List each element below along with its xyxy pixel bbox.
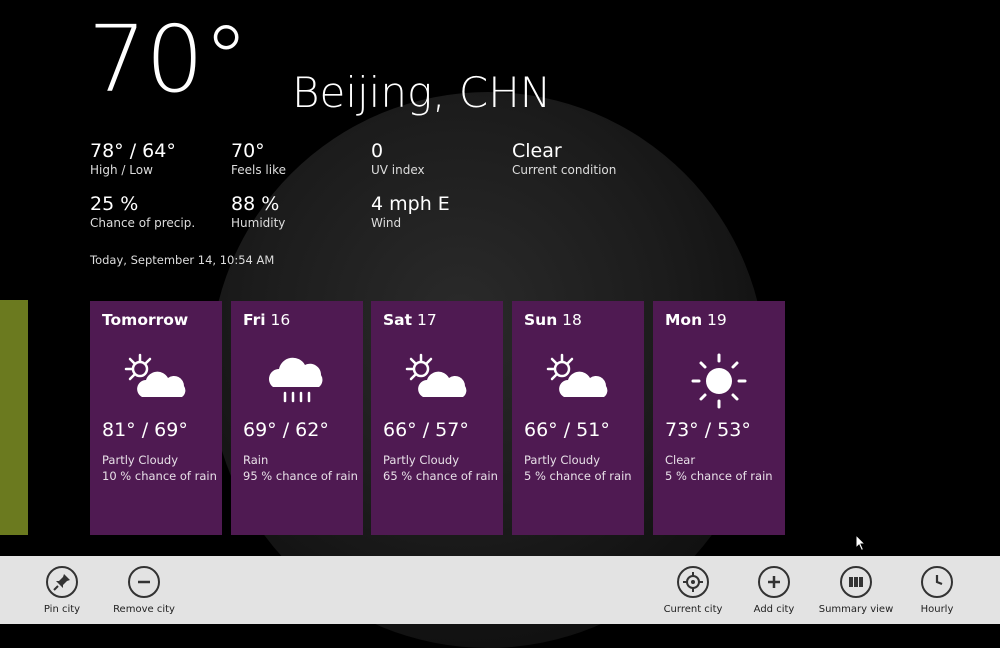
stat-wind: 4 mph E Wind [371, 193, 450, 231]
sun-icon [691, 353, 747, 409]
partly-cloudy-icon [405, 353, 467, 397]
add-city-label: Add city [753, 604, 795, 615]
stat-label: Wind [371, 216, 402, 230]
current-city-button[interactable]: Current city [648, 566, 738, 615]
stat-value: 25 % [90, 193, 139, 215]
hourly-button[interactable]: Hourly [892, 566, 982, 615]
stat-current-condition: Clear Current condition [512, 140, 616, 178]
stat-value: 0 [371, 140, 384, 162]
forecast-range: 69° / 62° [243, 419, 329, 441]
summary-view-label: Summary view [818, 604, 894, 615]
remove-city-label: Remove city [113, 604, 175, 615]
partly-cloudy-icon [546, 353, 608, 397]
current-city-label: Current city [663, 604, 723, 615]
mouse-cursor-icon [855, 534, 867, 552]
forecast-tile-mon[interactable]: Mon 19 73° / 53° Clear 5 % chance of rai… [653, 301, 785, 535]
stat-feels-like: 70° Feels like [231, 140, 286, 178]
stat-value: 70° [231, 140, 265, 162]
forecast-rain-chance: 5 % chance of rain [524, 469, 632, 483]
forecast-day: Mon 19 [665, 311, 727, 329]
columns-icon [840, 566, 872, 598]
location-crosshair-icon [677, 566, 709, 598]
timestamp: Today, September 14, 10:54 AM [90, 253, 275, 267]
minus-icon [128, 566, 160, 598]
forecast-day: Sun 18 [524, 311, 582, 329]
stat-label: UV index [371, 163, 425, 177]
forecast-day: Tomorrow [102, 311, 189, 329]
pin-city-button[interactable]: Pin city [17, 566, 107, 615]
city-name: Beijing, CHN [292, 68, 552, 117]
stat-uv-index: 0 UV index [371, 140, 425, 178]
stat-value: Clear [512, 140, 562, 162]
forecast-condition: Partly Cloudy [102, 453, 179, 467]
stat-humidity: 88 % Humidity [231, 193, 285, 231]
forecast-range: 66° / 51° [524, 419, 610, 441]
forecast-rain-chance: 65 % chance of rain [383, 469, 498, 483]
current-temperature: 70° [88, 6, 249, 113]
stat-value: 88 % [231, 193, 280, 215]
forecast-range: 81° / 69° [102, 419, 188, 441]
forecast-rain-chance: 10 % chance of rain [102, 469, 217, 483]
forecast-condition: Clear [665, 453, 696, 467]
forecast-range: 73° / 53° [665, 419, 751, 441]
hourly-label: Hourly [920, 604, 954, 615]
forecast-rain-chance: 5 % chance of rain [665, 469, 773, 483]
forecast-tile-tomorrow[interactable]: Tomorrow 81° / 69° Partly Cloudy 10 % ch… [90, 301, 222, 535]
forecast-tile-sat[interactable]: Sat 17 66° / 57° Partly Cloudy 65 % chan… [371, 301, 503, 535]
stat-precip: 25 % Chance of precip. [90, 193, 195, 231]
clock-icon [921, 566, 953, 598]
forecast-day: Sat 17 [383, 311, 437, 329]
app-bar: Pin city Remove city Current city Add ci… [0, 556, 1000, 624]
stat-label: Humidity [231, 216, 286, 230]
forecast-condition: Partly Cloudy [524, 453, 601, 467]
rain-icon [269, 357, 323, 403]
forecast-tile-fri[interactable]: Fri 16 69° / 62° Rain 95 % chance of rai… [231, 301, 363, 535]
forecast-range: 66° / 57° [383, 419, 469, 441]
stat-label: Current condition [512, 163, 617, 177]
partly-cloudy-icon [124, 353, 186, 397]
pin-icon [46, 566, 78, 598]
plus-icon [758, 566, 790, 598]
stat-value: 78° / 64° [90, 140, 176, 162]
stat-label: High / Low [90, 163, 153, 177]
pin-city-label: Pin city [43, 604, 81, 615]
previous-panel-strip[interactable] [0, 300, 28, 535]
stat-label: Chance of precip. [90, 216, 196, 230]
add-city-button[interactable]: Add city [729, 566, 819, 615]
stat-high-low: 78° / 64° High / Low [90, 140, 176, 178]
stat-value: 4 mph E [371, 193, 450, 215]
forecast-rain-chance: 95 % chance of rain [243, 469, 358, 483]
forecast-condition: Rain [243, 453, 269, 467]
remove-city-button[interactable]: Remove city [99, 566, 189, 615]
summary-view-button[interactable]: Summary view [811, 566, 901, 615]
forecast-day: Fri 16 [243, 311, 291, 329]
forecast-condition: Partly Cloudy [383, 453, 460, 467]
stat-label: Feels like [231, 163, 286, 177]
forecast-tile-sun[interactable]: Sun 18 66° / 51° Partly Cloudy 5 % chanc… [512, 301, 644, 535]
